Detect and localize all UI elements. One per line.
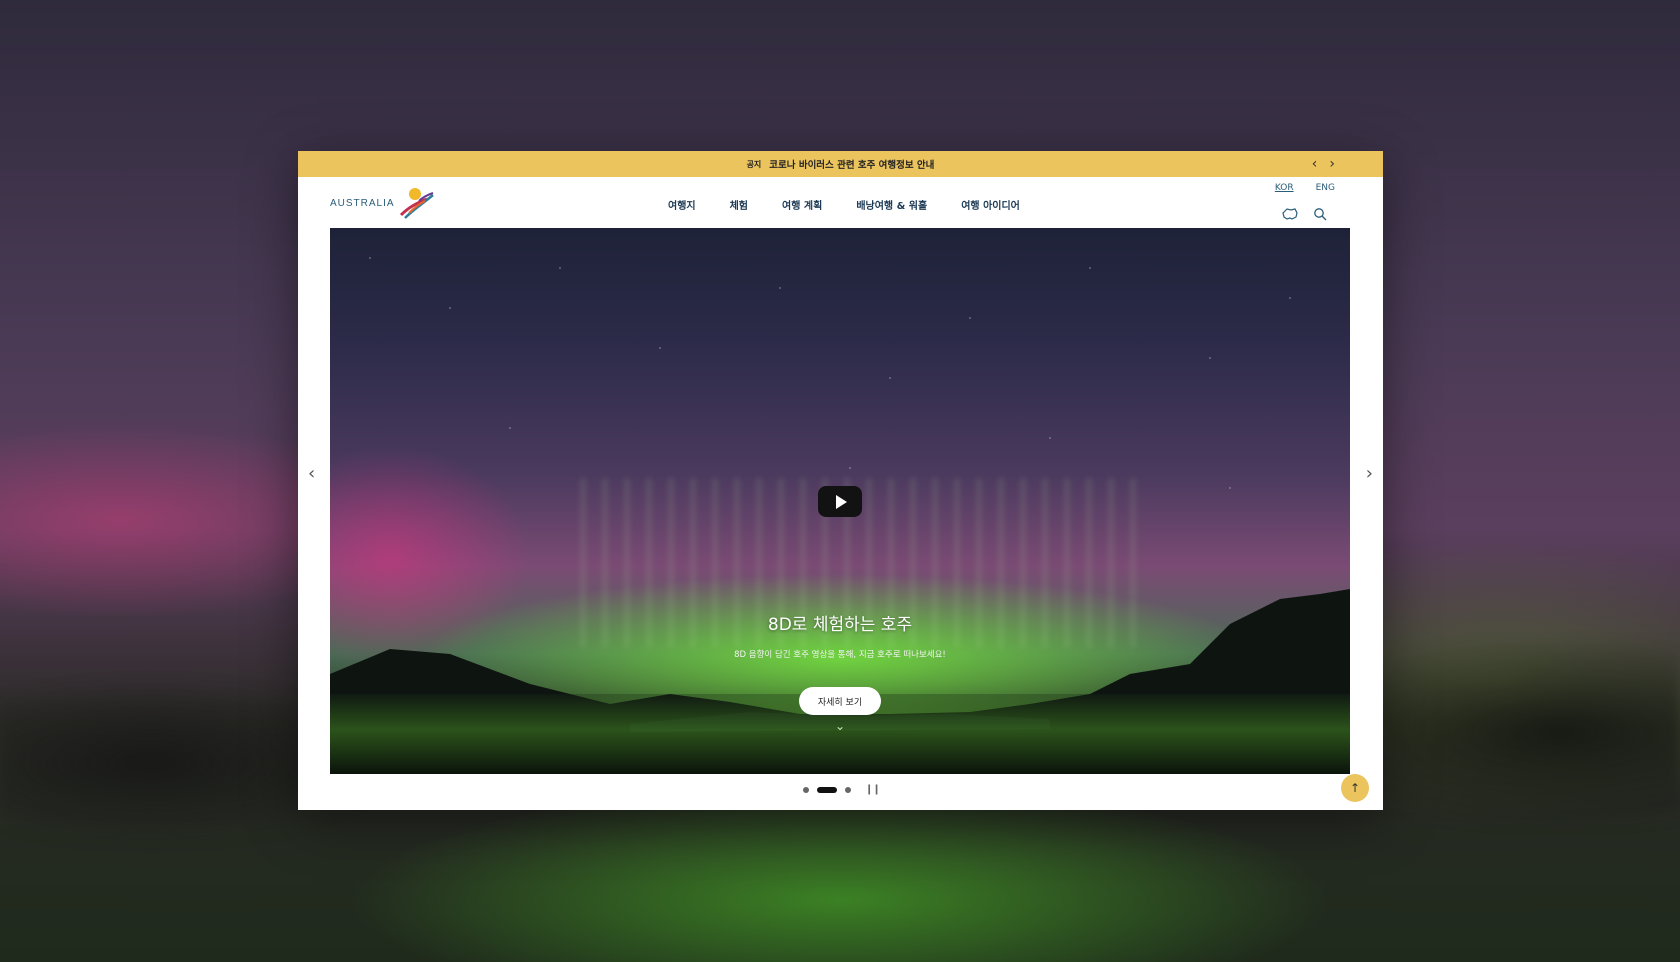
hero-video: 8D로 체험하는 호주 8D 음향이 담긴 호주 영상을 통해, 지금 호주로 … (330, 228, 1350, 774)
search-icon[interactable] (1313, 207, 1327, 221)
slide-dot-3[interactable] (845, 786, 851, 793)
play-button[interactable] (818, 486, 862, 517)
kangaroo-logo-icon (399, 188, 434, 219)
hero-prev-arrow[interactable]: ‹ (308, 463, 315, 484)
learn-more-button[interactable]: 자세히 보기 (799, 687, 881, 715)
website-window: 공지 코로나 바이러스 관련 호주 여행정보 안내 ‹ › AUSTRALIA … (298, 151, 1383, 810)
hero-subtitle: 8D 음향이 담긴 호주 영상을 통해, 지금 호주로 떠나보세요! (734, 650, 946, 660)
nav-item-ideas[interactable]: 여행 아이디어 (961, 197, 1020, 212)
nav-item-backpacking[interactable]: 배낭여행 & 워홀 (856, 197, 927, 212)
logo[interactable]: AUSTRALIA (330, 185, 437, 221)
language-switcher: KOR ENG (1275, 183, 1335, 193)
logo-text: AUSTRALIA (330, 197, 395, 209)
slide-pager: ❙❙ (803, 784, 881, 795)
hero-title: 8D로 체험하는 호주 (767, 615, 913, 635)
notice-arrows: ‹ › (1312, 151, 1335, 177)
notice-tag: 공지 (746, 159, 762, 169)
notice-link[interactable]: 코로나 바이러스 관련 호주 여행정보 안내 (769, 157, 934, 171)
main-nav: 여행지 체험 여행 계획 배낭여행 & 워홀 여행 아이디어 (668, 197, 1020, 212)
slide-dot-1[interactable] (803, 786, 809, 793)
lang-kor[interactable]: KOR (1275, 183, 1294, 193)
arrow-up-icon: ↑ (1349, 781, 1361, 795)
hero-next-arrow[interactable]: › (1366, 463, 1373, 484)
lang-eng[interactable]: ENG (1316, 183, 1335, 193)
scroll-down-icon: ⌄ (834, 719, 846, 733)
play-icon (836, 494, 847, 509)
nav-item-destinations[interactable]: 여행지 (668, 197, 696, 212)
chevron-right-icon[interactable]: › (1329, 156, 1335, 172)
slide-dot-2[interactable] (817, 786, 837, 793)
notice-bar: 공지 코로나 바이러스 관련 호주 여행정보 안내 ‹ › (298, 151, 1383, 177)
nav-item-experiences[interactable]: 체험 (730, 197, 748, 212)
site-header: AUSTRALIA 여행지 체험 여행 계획 배낭여행 & 워홀 여행 아이디어… (298, 177, 1383, 228)
map-icon[interactable] (1281, 207, 1299, 221)
pause-icon[interactable]: ❙❙ (865, 784, 881, 795)
nav-item-plan[interactable]: 여행 계획 (782, 197, 822, 212)
chevron-left-icon[interactable]: ‹ (1312, 156, 1318, 172)
header-icons (1281, 207, 1327, 221)
scroll-top-button[interactable]: ↑ (1341, 774, 1369, 802)
